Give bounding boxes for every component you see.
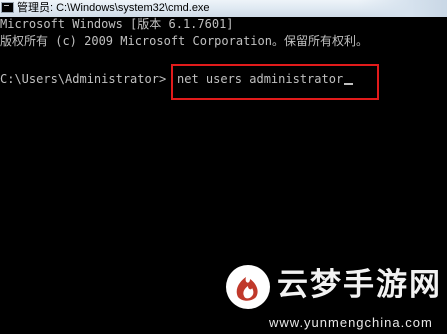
watermark-brand: 云梦手游网 xyxy=(277,267,442,303)
console-prompt: C:\Users\Administrator> xyxy=(0,72,167,86)
console-line-copyright: 版权所有 (c) 2009 Microsoft Corporation。保留所有… xyxy=(0,34,368,48)
flame-logo-icon xyxy=(226,265,270,309)
watermark: 云梦手游网 www.yunmengchina.com xyxy=(224,258,447,334)
console-line-version: Microsoft Windows [版本 6.1.7601] xyxy=(0,17,234,31)
command-highlight-box xyxy=(171,64,379,100)
watermark-url: www.yunmengchina.com xyxy=(269,315,433,330)
title-bar[interactable]: 管理员: C:\Windows\system32\cmd.exe xyxy=(0,0,447,17)
cmd-window: 管理员: C:\Windows\system32\cmd.exe Microso… xyxy=(0,0,447,334)
title-bar-controls-area xyxy=(357,0,447,17)
window-title: 管理员: C:\Windows\system32\cmd.exe xyxy=(17,2,210,14)
cmd-console-icon[interactable] xyxy=(1,2,14,13)
